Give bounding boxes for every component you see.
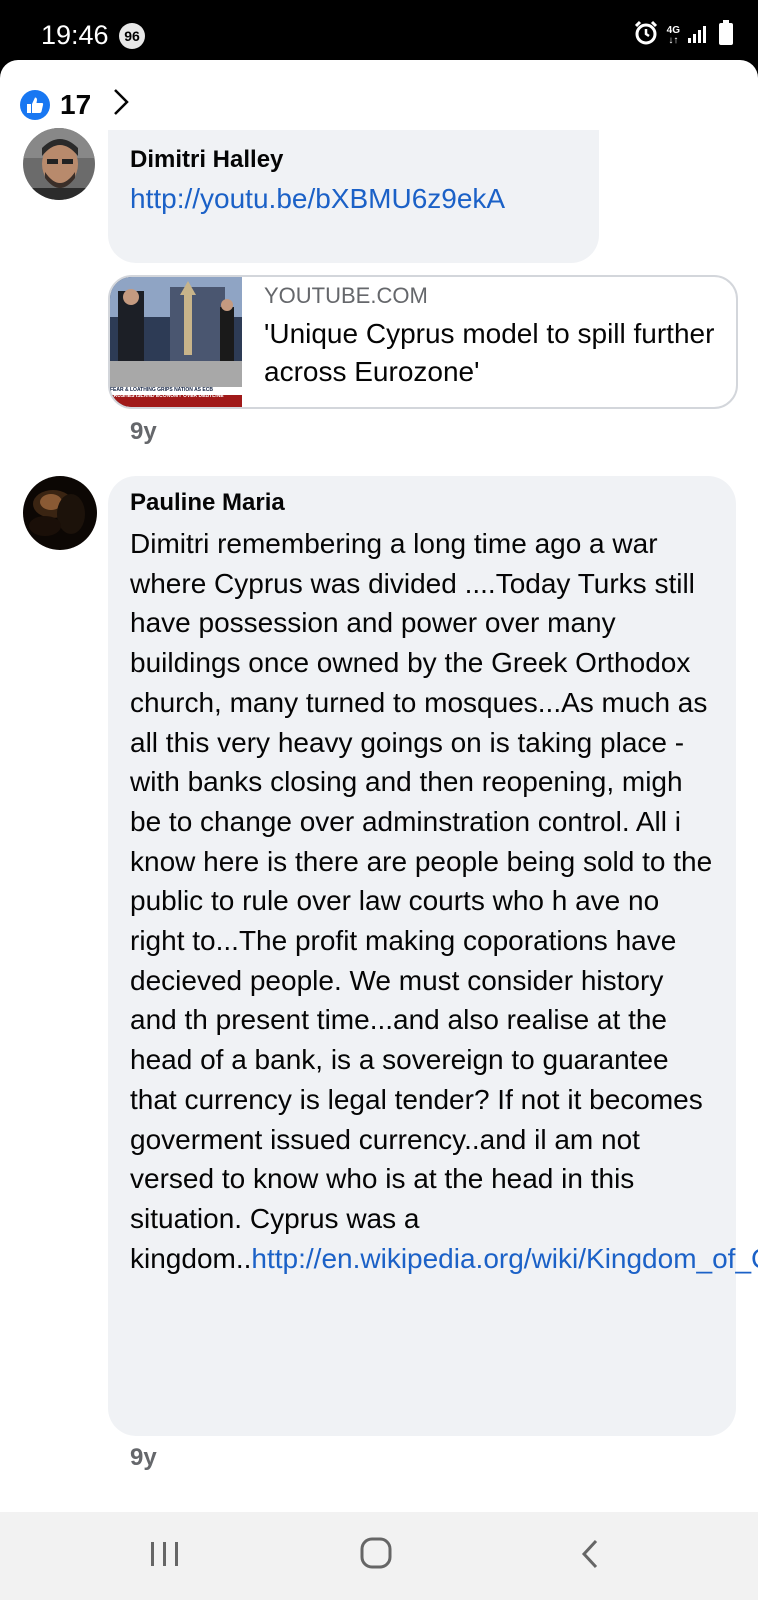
system-navigation-bar bbox=[0, 1512, 758, 1600]
comment-bubble[interactable]: Dimitri Halley http://youtu.be/bXBMU6z9e… bbox=[108, 130, 599, 263]
comment-timestamp[interactable]: 9y bbox=[130, 1444, 157, 1472]
network-type-indicator: 4G ↓↑ bbox=[666, 24, 680, 46]
alarm-icon bbox=[633, 20, 659, 51]
like-count: 17 bbox=[60, 88, 92, 120]
avatar[interactable] bbox=[23, 476, 97, 550]
chevron-right-icon[interactable] bbox=[113, 88, 129, 121]
status-icons: 4G ↓↑ bbox=[633, 20, 734, 51]
back-icon[interactable] bbox=[578, 1536, 602, 1577]
comment-author[interactable]: Pauline Maria bbox=[130, 489, 714, 517]
notification-count-badge: 96 bbox=[119, 23, 145, 49]
home-icon[interactable] bbox=[359, 1536, 395, 1577]
comment-bubble[interactable]: Pauline Maria Dimitri remembering a long… bbox=[108, 476, 758, 1436]
clock: 19:46 bbox=[41, 20, 109, 50]
link-preview-domain: YOUTUBE.COM bbox=[264, 283, 428, 308]
like-icon bbox=[20, 89, 50, 120]
comment-link[interactable]: http://youtu.be/bXBMU6z9ekA bbox=[130, 183, 505, 214]
comment-timestamp[interactable]: 9y bbox=[130, 418, 157, 446]
recent-apps-icon[interactable] bbox=[148, 1536, 182, 1577]
thumbnail-caption: FEAR & LOATHING GRIPS NATION AS ECB CRUS… bbox=[110, 387, 224, 399]
signal-icon bbox=[688, 23, 710, 48]
comment-text: Dimitri remembering a long time ago a wa… bbox=[130, 524, 758, 1278]
link-preview-thumbnail: FEAR & LOATHING GRIPS NATION AS ECB CRUS… bbox=[110, 277, 242, 407]
battery-icon bbox=[718, 20, 734, 51]
link-preview-card[interactable]: FEAR & LOATHING GRIPS NATION AS ECB CRUS… bbox=[108, 275, 738, 409]
comment-body: Dimitri remembering a long time ago a wa… bbox=[130, 528, 713, 1274]
reactions-summary[interactable]: 17 bbox=[20, 88, 129, 121]
link-preview-title: 'Unique Cyprus model to spill further ac… bbox=[264, 318, 715, 387]
comment-link[interactable]: http://en.wikipedia.org/wiki/Kingdom_of_… bbox=[251, 1243, 758, 1274]
comments-sheet[interactable]: 17 Dimitri Halley http://youtu.be/bXBMU6… bbox=[0, 60, 758, 1512]
status-bar: 19:46 96 4G ↓↑ bbox=[0, 0, 758, 60]
avatar[interactable] bbox=[23, 128, 95, 200]
comment-author[interactable]: Dimitri Halley bbox=[130, 146, 577, 174]
